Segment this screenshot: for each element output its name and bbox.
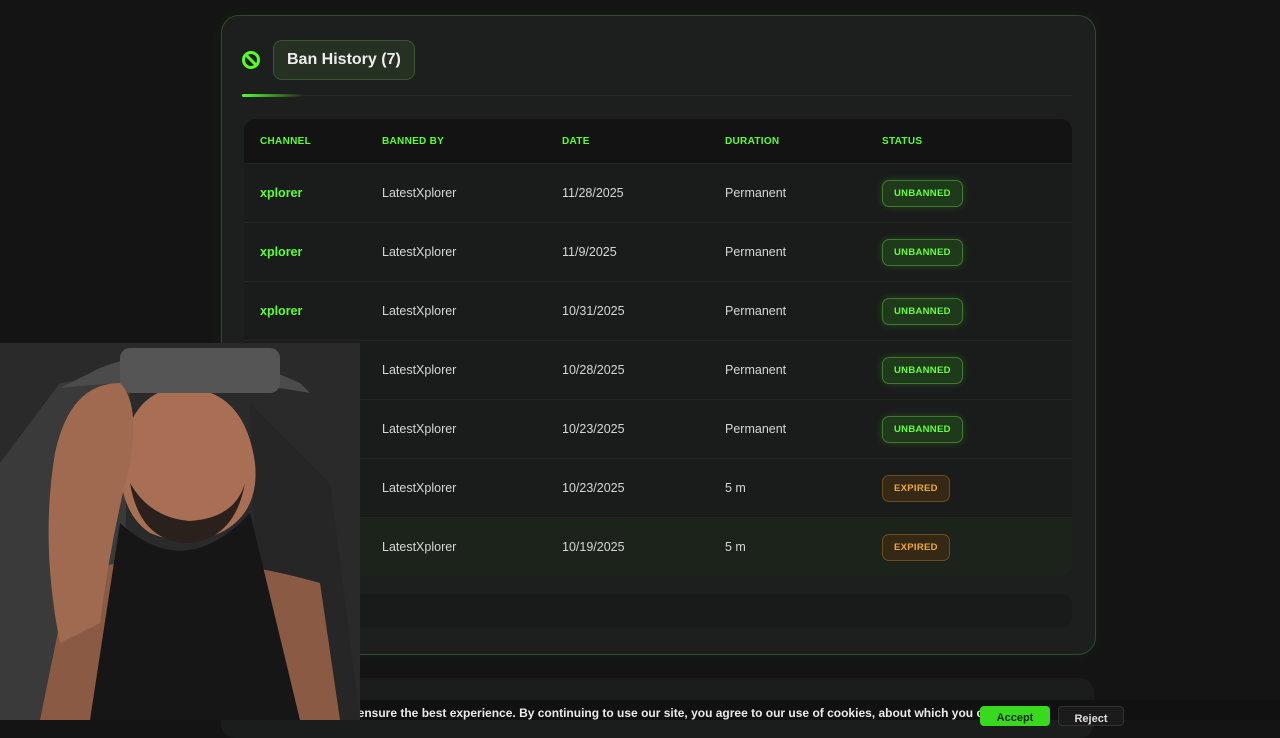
header-divider <box>242 95 1072 96</box>
table-row: xplorer LatestXplorer 10/31/2025 Permanent U… <box>244 281 1072 340</box>
duration-cell: Permanent <box>725 422 787 436</box>
date-cell: 10/19/2025 <box>562 540 625 554</box>
banned-by-cell: LatestXplorer <box>382 422 457 436</box>
date-cell: 10/23/2025 <box>562 481 625 495</box>
status-badge: UNBANNED <box>882 179 963 207</box>
status-badge: UNBANNED <box>882 415 963 443</box>
table-body: xplorer LatestXplorer 11/28/2025 Permanent U… <box>244 163 1072 576</box>
table-row: xplorerLatestXplorer10/19/20255 mEXPIRED <box>244 517 1072 576</box>
duration-cell: Permanent <box>725 245 787 259</box>
ban-history-table: CHANNEL BANNED BY DATE DURATION STATUS x… <box>244 119 1072 576</box>
table-footer <box>244 594 1072 628</box>
channel-cell[interactable]: xplorer <box>244 245 382 259</box>
channel-cell[interactable]: xplorer <box>244 304 382 318</box>
banned-by-cell: LatestXplorer <box>382 186 457 200</box>
status-cell: UNBANNED <box>882 297 1072 325</box>
column-header-date[interactable]: DATE <box>562 136 725 147</box>
banned-by-cell: LatestXplorer <box>382 304 457 318</box>
status-cell: UNBANNED <box>882 179 1072 207</box>
accept-cookies-button[interactable]: Accept <box>980 706 1050 726</box>
table-row: xplorer LatestXplorer 11/9/2025 Permanent UN… <box>244 222 1072 281</box>
table-header: CHANNEL BANNED BY DATE DURATION STATUS <box>244 119 1072 163</box>
table-row: xplorerLatestXplorer10/23/20255 mEXPIRED <box>244 458 1072 517</box>
banned-by-cell: LatestXplorer <box>382 245 457 259</box>
date-cell: 11/9/2025 <box>562 245 617 259</box>
status-badge: EXPIRED <box>882 474 950 502</box>
duration-cell: Permanent <box>725 186 787 200</box>
status-cell: EXPIRED <box>882 474 1072 502</box>
date-cell: 11/28/2025 <box>562 186 624 200</box>
banned-by-cell: LatestXplorer <box>382 363 457 377</box>
duration-cell: 5 m <box>725 481 746 495</box>
banned-by-cell: LatestXplorer <box>382 481 457 495</box>
duration-cell: Permanent <box>725 363 787 377</box>
status-cell: EXPIRED <box>882 533 1072 561</box>
cookie-text: s to ensure the best experience. By cont… <box>333 706 998 720</box>
streamer-webcam-image <box>0 343 360 720</box>
status-badge: UNBANNED <box>882 356 963 384</box>
panel-header: Ban History (7) <box>242 40 415 80</box>
column-header-duration[interactable]: DURATION <box>725 136 882 147</box>
status-cell: UNBANNED <box>882 415 1072 443</box>
duration-cell: 5 m <box>725 540 746 554</box>
column-header-banned-by[interactable]: BANNED BY <box>382 136 562 147</box>
date-cell: 10/28/2025 <box>562 363 625 377</box>
reject-cookies-button[interactable]: Reject <box>1058 706 1124 726</box>
table-row: xplorerLatestXplorer10/23/2025PermanentU… <box>244 399 1072 458</box>
column-header-channel[interactable]: CHANNEL <box>244 136 382 147</box>
ban-icon <box>242 51 260 69</box>
channel-cell[interactable]: xplorer <box>244 186 382 200</box>
status-badge: UNBANNED <box>882 238 963 266</box>
status-badge: UNBANNED <box>882 297 963 325</box>
active-tab-indicator <box>242 94 304 97</box>
status-cell: UNBANNED <box>882 356 1072 384</box>
table-row: xplorerLatestXplorer10/28/2025PermanentU… <box>244 340 1072 399</box>
duration-cell: Permanent <box>725 304 787 318</box>
column-header-status[interactable]: STATUS <box>882 136 1072 147</box>
date-cell: 10/23/2025 <box>562 422 625 436</box>
date-cell: 10/31/2025 <box>562 304 625 318</box>
webcam-overlay <box>0 343 360 720</box>
status-badge: EXPIRED <box>882 533 950 561</box>
table-row: xplorer LatestXplorer 11/28/2025 Permanent U… <box>244 163 1072 222</box>
banned-by-cell: LatestXplorer <box>382 540 457 554</box>
status-cell: UNBANNED <box>882 238 1072 266</box>
ban-history-tab[interactable]: Ban History (7) <box>273 40 415 80</box>
